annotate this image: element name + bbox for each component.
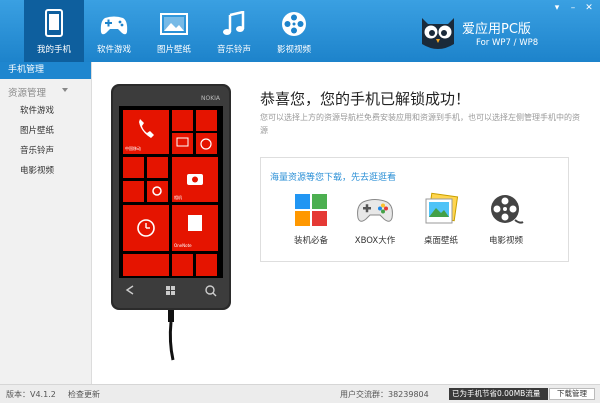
music-note-icon: [223, 11, 245, 35]
phone-icon: [45, 9, 63, 37]
sidebar-header-phone-manage[interactable]: 手机管理: [0, 62, 91, 79]
nav-label: 图片壁纸: [156, 45, 191, 55]
gamepad-icon: [100, 16, 128, 35]
sidebar-group-resource-manage[interactable]: 资源管理: [0, 79, 91, 101]
resource-wallpaper-button[interactable]: 桌面壁纸: [411, 192, 471, 246]
nav-music-ringtones[interactable]: 音乐铃声: [204, 0, 264, 62]
panel-title: 海量资源等您下载，先去逛逛看: [270, 173, 397, 183]
sidebar-item-software-games[interactable]: 软件游戏: [0, 101, 91, 121]
close-icon[interactable]: ✕: [582, 2, 596, 14]
status-bar: 版本：V4.1.2 检查更新 用户交流群：38239804 已为手机节省0.00…: [0, 384, 600, 403]
brand-title: 爱应用PC版: [462, 22, 531, 37]
check-update-link[interactable]: 检查更新: [68, 389, 100, 400]
sidebar-item-movies-videos[interactable]: 电影视频: [0, 161, 91, 181]
nav-software-games[interactable]: 软件游戏: [84, 0, 144, 62]
nav-label: 影视视频: [276, 45, 311, 55]
resource-essentials-button[interactable]: 装机必备: [281, 192, 341, 246]
sidebar-group-label: 资源管理: [8, 88, 47, 99]
wallpaper-icon: [425, 192, 459, 224]
nav-label: 我的手机: [36, 45, 71, 55]
chevron-down-icon: [62, 88, 68, 92]
tile-label-carrier: 中国移动: [125, 145, 141, 151]
main-nav: 我的手机 软件游戏 图片壁纸 音乐铃声 影视视频: [24, 0, 324, 62]
sidebar-item-music-ringtones[interactable]: 音乐铃声: [0, 141, 91, 161]
resource-panel: 海量资源等您下载，先去逛逛看 装机必备 XBOX大作 桌面壁纸 电影视频: [260, 157, 569, 262]
skin-icon[interactable]: ▾: [550, 2, 564, 14]
resource-movies-button[interactable]: 电影视频: [476, 192, 536, 246]
page-description: 您可以选择上方的资源导航栏免费安装应用和资源到手机，也可以选择左侧管理手机中的资…: [260, 113, 580, 135]
film-reel-icon: [282, 12, 306, 36]
windows-tiles-icon: [295, 194, 327, 226]
download-manager-button[interactable]: 下载管理: [549, 388, 595, 400]
nav-movies-videos[interactable]: 影视视频: [264, 0, 324, 62]
picture-icon: [160, 13, 188, 35]
version-text: 版本：V4.1.2: [6, 390, 56, 399]
nav-wallpapers[interactable]: 图片壁纸: [144, 0, 204, 62]
window-controls: ▾ – ✕: [550, 2, 596, 14]
tile-label-onenote: OneNote: [174, 243, 192, 248]
film-reel-icon: [491, 195, 524, 224]
minimize-icon[interactable]: –: [566, 2, 580, 14]
nav-label: 音乐铃声: [216, 45, 251, 55]
nav-my-phone[interactable]: 我的手机: [24, 0, 84, 62]
resource-label: 桌面壁纸: [423, 236, 458, 246]
main-content: NOKIA 中国移动 相机 OneNote 恭喜您，您的手机已解锁成功！ 您可以…: [93, 62, 600, 384]
resource-xbox-button[interactable]: XBOX大作: [345, 192, 405, 246]
resource-label: 电影视频: [488, 236, 523, 246]
resource-label: XBOX大作: [354, 236, 396, 246]
phone-illustration: NOKIA 中国移动 相机 OneNote: [111, 84, 231, 361]
tile-label-camera: 相机: [174, 194, 182, 200]
top-navigation-bar: 我的手机 软件游戏 图片壁纸 音乐铃声 影视视频 爱应用PC版 For WP7 …: [0, 0, 600, 62]
owl-logo-icon: [422, 18, 454, 49]
resource-label: 装机必备: [293, 236, 328, 246]
traffic-saved-badge: 已为手机节省0.00MB流量: [449, 388, 548, 400]
xbox-controller-icon: [357, 199, 393, 222]
user-group-text: 用户交流群：38239804: [340, 390, 429, 399]
brand-subtitle: For WP7 / WP8: [476, 38, 539, 48]
sidebar-item-wallpapers[interactable]: 图片壁纸: [0, 121, 91, 141]
brand-logo: 爱应用PC版 For WP7 / WP8: [418, 14, 568, 54]
page-title: 恭喜您，您的手机已解锁成功！: [260, 90, 471, 108]
phone-brand: NOKIA: [201, 95, 221, 102]
sidebar: 手机管理 资源管理 软件游戏 图片壁纸 音乐铃声 电影视频: [0, 62, 92, 384]
nav-label: 软件游戏: [96, 45, 131, 55]
